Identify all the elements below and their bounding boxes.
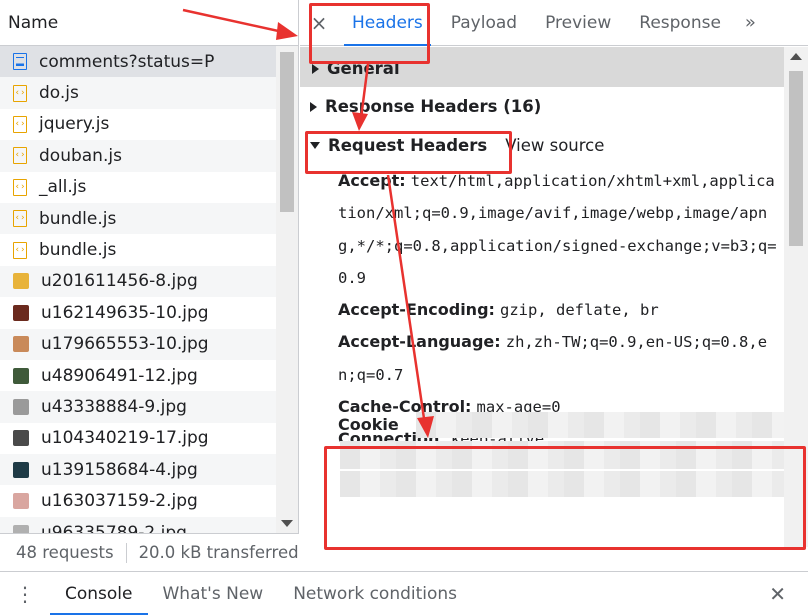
- request-name: u201611456-8.jpg: [41, 271, 198, 292]
- request-row[interactable]: ‹› jquery.js: [0, 109, 276, 140]
- request-row[interactable]: u48906491-12.jpg: [0, 360, 276, 391]
- scrollbar-thumb[interactable]: [280, 52, 294, 212]
- script-icon: ‹›: [13, 210, 27, 228]
- cookie-header-name: Cookie: [338, 415, 399, 434]
- request-list-panel: Name comments?status=P ‹› do.js ‹› jquery.js…: [0, 0, 299, 571]
- header-value: gzip, deflate, br: [500, 301, 659, 320]
- request-name: u104340219-17.jpg: [41, 428, 209, 449]
- request-name: jquery.js: [39, 114, 110, 135]
- request-name: do.js: [39, 83, 79, 104]
- request-row[interactable]: ‹› douban.js: [0, 140, 276, 172]
- script-icon: ‹›: [13, 115, 27, 133]
- view-source-link[interactable]: View source: [505, 136, 604, 155]
- request-count: 48 requests: [16, 543, 114, 562]
- section-request-headers-label: Request Headers: [328, 136, 488, 155]
- image-thumbnail-icon: [13, 304, 29, 321]
- drawer-tab-bar: ⋮ Console What's New Network conditions …: [0, 571, 808, 615]
- request-header-row: Accept-Encoding: gzip, deflate, br: [338, 294, 780, 326]
- request-name: u163037159-2.jpg: [41, 491, 198, 512]
- image-thumbnail-icon: [13, 336, 29, 353]
- request-row[interactable]: ‹› bundle.js: [0, 234, 276, 265]
- image-thumbnail-icon: [13, 461, 29, 478]
- close-details-icon[interactable]: ×: [300, 0, 338, 45]
- request-name: u96335789-2.jpg: [41, 522, 187, 533]
- request-row[interactable]: u179665553-10.jpg: [0, 328, 276, 360]
- script-icon: ‹›: [13, 178, 27, 196]
- name-column-header[interactable]: Name: [0, 0, 298, 46]
- tab-network-conditions[interactable]: Network conditions: [278, 572, 472, 615]
- request-name: bundle.js: [39, 208, 117, 229]
- image-thumbnail-icon: [13, 493, 29, 510]
- request-row[interactable]: u139158684-4.jpg: [0, 454, 276, 486]
- request-row[interactable]: u201611456-8.jpg: [0, 265, 276, 298]
- section-response-headers[interactable]: Response Headers (16): [300, 87, 784, 126]
- image-thumbnail-icon: [13, 430, 29, 447]
- transferred-size: 20.0 kB transferred: [138, 543, 299, 562]
- header-name: Accept-Language:: [338, 332, 501, 352]
- tab-headers[interactable]: Headers: [338, 0, 437, 46]
- header-name: Accept-Encoding:: [338, 300, 495, 320]
- request-row[interactable]: ‹› _all.js: [0, 172, 276, 203]
- name-column-label: Name: [8, 12, 59, 33]
- expand-arrow-icon: [310, 101, 317, 112]
- request-row[interactable]: comments?status=P: [0, 46, 276, 78]
- request-name: comments?status=P: [39, 51, 215, 72]
- image-thumbnail-icon: [13, 273, 29, 290]
- image-thumbnail-icon: [13, 398, 29, 415]
- network-summary-bar: 48 requests 20.0 kB transferred: [0, 533, 299, 571]
- request-name: u43338884-9.jpg: [41, 396, 187, 417]
- section-general[interactable]: General: [300, 47, 784, 87]
- request-name: u139158684-4.jpg: [41, 459, 198, 480]
- request-row[interactable]: ‹› do.js: [0, 77, 276, 109]
- image-thumbnail-icon: [13, 524, 29, 533]
- redacted-cookie-value: [340, 441, 802, 469]
- request-name: u48906491-12.jpg: [41, 365, 198, 386]
- scroll-up-arrow-icon[interactable]: [790, 53, 802, 60]
- request-list-scrollbar[interactable]: [276, 46, 298, 533]
- tab-payload[interactable]: Payload: [437, 0, 531, 45]
- request-name: douban.js: [39, 145, 122, 166]
- request-name: u179665553-10.jpg: [41, 334, 209, 355]
- script-icon: ‹›: [13, 147, 27, 165]
- script-icon: ‹›: [13, 84, 27, 102]
- scrollbar-thumb[interactable]: [789, 71, 803, 246]
- section-response-headers-label: Response Headers (16): [325, 97, 542, 116]
- redacted-cookie-value: [340, 471, 802, 497]
- request-list: comments?status=P ‹› do.js ‹› jquery.js ‹› dou…: [0, 46, 276, 533]
- script-icon: ‹›: [13, 241, 27, 259]
- request-name: u162149635-10.jpg: [41, 302, 209, 323]
- request-header-row: Accept: text/html,application/xhtml+xml,…: [338, 165, 780, 294]
- request-row[interactable]: u162149635-10.jpg: [0, 297, 276, 328]
- close-drawer-icon[interactable]: ✕: [769, 582, 786, 606]
- expand-arrow-icon: [312, 64, 319, 74]
- document-icon: [13, 53, 27, 71]
- tab-whats-new[interactable]: What's New: [148, 572, 279, 615]
- details-scrollbar[interactable]: [784, 47, 808, 547]
- section-general-label: General: [327, 59, 400, 78]
- request-header-row: Accept-Language: zh,zh-TW;q=0.9,en-US;q=…: [338, 326, 780, 391]
- tab-response[interactable]: Response: [625, 0, 735, 45]
- request-row[interactable]: u104340219-17.jpg: [0, 423, 276, 454]
- more-tabs-icon[interactable]: »: [735, 0, 763, 45]
- request-details-panel: × Headers Payload Preview Response » Gen…: [300, 0, 808, 571]
- image-thumbnail-icon: [13, 367, 29, 384]
- redacted-cookie-value: [416, 412, 801, 438]
- request-row[interactable]: u163037159-2.jpg: [0, 485, 276, 516]
- request-row[interactable]: u43338884-9.jpg: [0, 391, 276, 423]
- request-row[interactable]: ‹› bundle.js: [0, 202, 276, 235]
- request-row[interactable]: u96335789-2.jpg: [0, 516, 276, 533]
- tab-preview[interactable]: Preview: [531, 0, 625, 45]
- tab-console[interactable]: Console: [50, 572, 148, 615]
- request-name: _all.js: [39, 177, 87, 198]
- collapse-arrow-icon: [310, 142, 320, 149]
- details-tab-bar: × Headers Payload Preview Response »: [300, 0, 808, 46]
- section-request-headers[interactable]: Request Headers View source: [300, 126, 784, 165]
- scroll-down-arrow-icon[interactable]: [281, 520, 293, 527]
- header-name: Accept:: [338, 171, 406, 190]
- request-name: bundle.js: [39, 240, 117, 261]
- divider: [125, 542, 127, 563]
- cookie-header: Cookie: [326, 407, 806, 502]
- drawer-menu-icon[interactable]: ⋮: [0, 572, 50, 615]
